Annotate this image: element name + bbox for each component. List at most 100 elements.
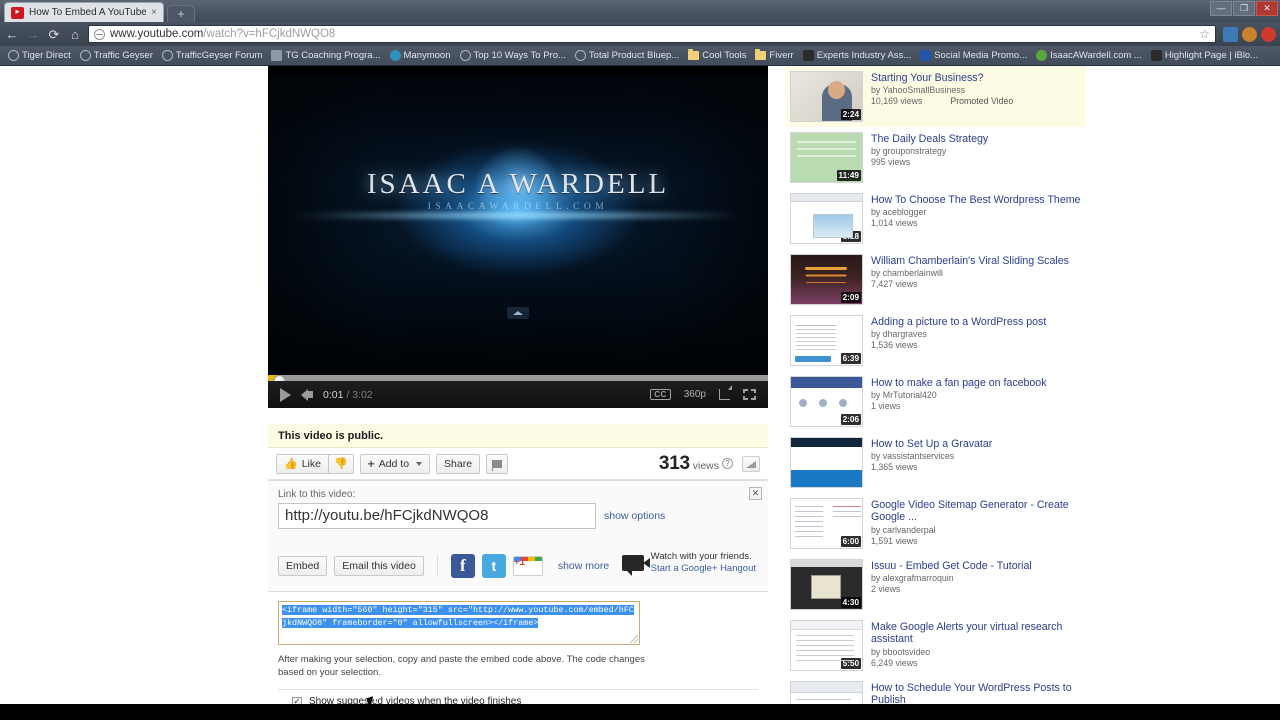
back-icon[interactable]: ← [4,26,20,42]
video-uploader: by vassistantservices [871,451,955,462]
home-icon[interactable]: ⌂ [67,26,83,42]
video-uploader: by aceblogger [871,207,927,218]
captions-button[interactable]: CC [650,389,671,400]
browser-tab[interactable]: ▶ How To Embed A YouTube × [4,2,164,22]
add-to-button[interactable]: + Add to [359,453,431,474]
bookmark-item[interactable]: Cool Tools [684,49,750,62]
show-options-link[interactable]: show options [604,510,665,522]
play-button[interactable] [276,387,291,402]
video-thumbnail[interactable]: 4:30 [790,559,863,610]
volume-icon[interactable] [301,388,313,401]
email-video-button[interactable]: Email this video [334,556,424,576]
help-icon[interactable]: ? [722,458,733,469]
video-canvas[interactable]: ISAAC A WARDELL ISAACAWARDELL.COM [268,74,768,374]
like-button[interactable]: 👍 Like [276,453,328,474]
video-title[interactable]: The Daily Deals Strategy [871,133,1082,145]
bookmark-item[interactable]: IsaacAWardell.com ... [1032,49,1146,62]
address-bar[interactable]: www.youtube.com/watch?v=hFCjkdNWQO8 ☆ [88,25,1216,43]
related-video-item[interactable]: 3:57 How to Set Up a Gravatar by vassist… [786,432,1086,493]
popout-icon[interactable] [719,385,732,400]
related-video-item[interactable]: 11:49 The Daily Deals Strategy by groupo… [786,127,1086,188]
quality-button[interactable]: 360p [684,389,706,400]
share-panel: Link to this video: http://youtu.be/hFCj… [268,480,768,592]
related-video-item[interactable]: 6:39 Adding a picture to a WordPress pos… [786,310,1086,371]
bookmark-label: Top 10 Ways To Pro... [473,50,566,61]
browser-window: ▶ How To Embed A YouTube × — ❐ ✕ ← → ⟳ ⌂… [0,0,1280,720]
maximize-button[interactable]: ❐ [1233,1,1255,16]
video-duration: 2:24 [840,109,861,120]
video-thumbnail[interactable]: 5:50 [790,620,863,671]
video-thumbnail[interactable]: 8:18 [790,193,863,244]
close-icon[interactable]: ✕ [749,487,762,500]
status-banner: This video is public. [268,424,768,448]
bookmark-item[interactable]: Fiverr [751,49,797,62]
related-video-item[interactable]: 8:18 How To Choose The Best Wordpress Th… [786,188,1086,249]
facebook-icon[interactable]: f [450,554,475,578]
statistics-button[interactable] [742,455,760,472]
video-title[interactable]: How to Set Up a Gravatar [871,438,1082,450]
twitter-icon[interactable]: t [481,554,506,578]
bookmark-item[interactable]: Total Product Bluep... [571,49,683,62]
video-title[interactable]: Adding a picture to a WordPress post [871,316,1082,328]
bookmark-item[interactable]: TG Coaching Progra... [267,49,384,62]
window-close-button[interactable]: ✕ [1256,1,1278,16]
reload-icon[interactable]: ⟳ [46,26,62,42]
flag-button[interactable] [486,453,509,474]
extension-red-icon[interactable] [1261,26,1276,42]
divider [278,689,758,690]
video-duration: 5:50 [840,658,861,669]
extension-blue-icon[interactable] [1223,26,1238,42]
window-controls: — ❐ ✕ [1210,1,1278,16]
bookmark-item[interactable]: Manymoon [386,49,455,62]
player-expand-icon[interactable] [507,307,529,319]
embed-button[interactable]: Embed [278,556,328,576]
bookmark-item[interactable]: Top 10 Ways To Pro... [456,49,570,62]
share-link-input[interactable]: http://youtu.be/hFCjkdNWQO8 [278,503,596,529]
fullscreen-icon[interactable] [743,389,756,400]
related-video-item[interactable]: 4:30 Issuu - Embed Get Code - Tutorial b… [786,554,1086,615]
hangout-promo[interactable]: Watch with your friends. Start a Google+… [621,551,756,576]
show-more-link[interactable]: show more [558,560,609,572]
video-title[interactable]: Google Video Sitemap Generator - Create … [871,499,1082,524]
resize-handle-icon[interactable] [630,635,638,643]
embed-code-textarea[interactable]: <iframe width="560" height="315" src="ht… [278,601,640,645]
bookmark-item[interactable]: TrafficGeyser Forum [158,49,267,62]
related-video-item[interactable]: 6:00 Google Video Sitemap Generator - Cr… [786,493,1086,554]
video-title[interactable]: How To Choose The Best Wordpress Theme [871,194,1082,206]
video-player[interactable]: ISAAC A WARDELL ISAACAWARDELL.COM 0:01 / [268,66,768,408]
video-title[interactable]: Starting Your Business? [871,72,1082,84]
related-video-item[interactable]: 5:50 Make Google Alerts your virtual res… [786,615,1086,676]
video-views: 1 views [871,401,901,412]
video-thumbnail[interactable]: 2:24 [790,71,863,122]
related-video-item[interactable]: 2:24 Starting Your Business? by YahooSma… [786,66,1086,127]
video-title[interactable]: William Chamberlain's Viral Sliding Scal… [871,255,1082,267]
video-title[interactable]: Make Google Alerts your virtual research… [871,621,1082,646]
video-thumbnail[interactable]: 2:06 [790,376,863,427]
dislike-button[interactable]: 👎 [327,453,354,474]
close-icon[interactable]: × [151,7,157,18]
bookmark-item[interactable]: Social Media Promo... [916,49,1031,62]
bookmark-item[interactable]: Experts Industry Ass... [799,49,916,62]
video-title[interactable]: How to Schedule Your WordPress Posts to … [871,682,1082,707]
google-plus-one-button[interactable]: +1 [512,556,543,576]
bookmark-item[interactable]: Highlight Page | iBlo... [1147,49,1262,62]
related-video-item[interactable]: 2:06 How to make a fan page on facebook … [786,371,1086,432]
extension-orange-icon[interactable] [1242,26,1257,42]
minimize-button[interactable]: — [1210,1,1232,16]
video-thumbnail[interactable]: 3:57 [790,437,863,488]
video-duration: 3:57 [840,475,861,486]
dark-badge-icon [1150,50,1162,61]
bookmark-item[interactable]: Traffic Geyser [76,49,157,62]
video-thumbnail[interactable]: 6:39 [790,315,863,366]
video-thumbnail[interactable]: 2:09 [790,254,863,305]
new-tab-button[interactable] [167,5,195,22]
video-thumbnail[interactable]: 6:00 [790,498,863,549]
bookmark-item[interactable]: Tiger Direct [4,49,75,62]
share-button[interactable]: Share [436,453,481,474]
related-video-item[interactable]: 2:09 William Chamberlain's Viral Sliding… [786,249,1086,310]
forward-icon[interactable]: → [25,26,41,42]
video-thumbnail[interactable]: 11:49 [790,132,863,183]
bookmark-star-icon[interactable]: ☆ [1199,27,1210,41]
video-title[interactable]: How to make a fan page on facebook [871,377,1082,389]
video-title[interactable]: Issuu - Embed Get Code - Tutorial [871,560,1082,572]
